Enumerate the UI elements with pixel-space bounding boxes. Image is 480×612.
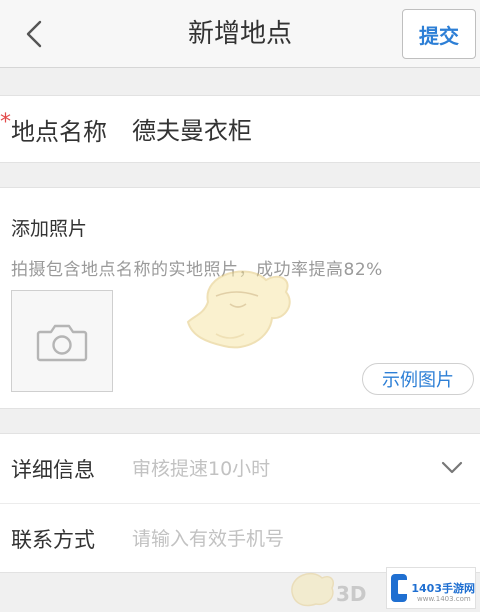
camera-icon [36, 324, 88, 362]
detail-info-row[interactable]: 详细信息 [0, 434, 480, 504]
submit-button[interactable]: 提交 [402, 9, 476, 59]
nav-header: 新增地点 提交 [0, 0, 480, 68]
detail-info-label: 详细信息 [11, 458, 95, 482]
details-section: 详细信息 联系方式 [0, 433, 480, 573]
detail-info-input[interactable] [132, 450, 422, 488]
site-logo-url: www.1403.com [417, 595, 471, 603]
example-image-button[interactable]: 示例图片 [362, 363, 474, 395]
place-name-label: 地点名称 [11, 118, 107, 146]
add-photo-button[interactable] [11, 290, 113, 392]
place-name-input[interactable] [132, 108, 452, 148]
mascot-watermark [186, 270, 291, 349]
site-logo-name: 1403手游网 [411, 582, 475, 595]
watermark-text: 3D [336, 582, 367, 606]
phone-input[interactable] [132, 520, 422, 558]
site-logo: 1403手游网 www.1403.com [386, 567, 476, 609]
required-mark: * [0, 110, 11, 135]
contact-row[interactable]: 联系方式 [0, 504, 480, 574]
chevron-down-icon[interactable] [440, 458, 464, 478]
site-logo-icon [391, 574, 409, 602]
photo-section-title: 添加照片 [11, 218, 88, 240]
contact-label: 联系方式 [11, 528, 95, 552]
place-name-section: * 地点名称 [0, 95, 480, 163]
